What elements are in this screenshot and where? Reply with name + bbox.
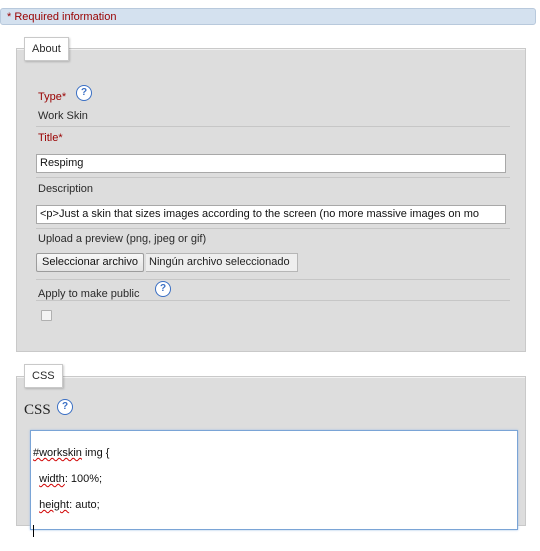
upload-label: Upload a preview (png, jpeg or gif) bbox=[38, 233, 207, 245]
description-field[interactable]: <p>Just a skin that sizes images accordi… bbox=[36, 205, 506, 224]
divider bbox=[36, 228, 510, 229]
choose-file-button[interactable]: Seleccionar archivo bbox=[36, 253, 144, 272]
required-info-notice: * Required information bbox=[0, 8, 536, 25]
css-code-textarea[interactable]: #workskin img { width: 100%; height: aut… bbox=[30, 430, 518, 538]
make-public-checkbox[interactable] bbox=[41, 310, 52, 321]
code-token: height bbox=[39, 499, 70, 511]
divider bbox=[36, 300, 510, 301]
css-heading: CSS bbox=[24, 402, 51, 418]
code-rest: : auto; bbox=[69, 499, 100, 511]
code-line: height: auto; bbox=[33, 499, 515, 512]
title-label: Title* bbox=[38, 132, 63, 144]
css-legend: CSS bbox=[24, 364, 63, 388]
divider bbox=[36, 177, 510, 178]
text-caret bbox=[33, 525, 34, 538]
type-help-icon[interactable]: ? bbox=[76, 85, 92, 101]
about-legend: About bbox=[24, 37, 69, 61]
type-label: Type* bbox=[38, 91, 66, 103]
code-rest: : 100%; bbox=[64, 473, 103, 485]
description-label: Description bbox=[38, 183, 94, 195]
title-label-text: Title bbox=[38, 132, 59, 144]
type-value: Work Skin bbox=[38, 110, 88, 122]
public-label: Apply to make public bbox=[38, 288, 140, 300]
code-line bbox=[33, 525, 515, 538]
code-rest: img { bbox=[81, 447, 110, 459]
required-mark: * bbox=[61, 91, 67, 103]
type-label-text: Type bbox=[38, 91, 62, 103]
divider bbox=[36, 279, 510, 280]
public-help-icon[interactable]: ? bbox=[155, 281, 171, 297]
title-field[interactable]: Respimg bbox=[36, 154, 506, 173]
code-line: #workskin img { bbox=[33, 447, 515, 460]
code-token: #workskin bbox=[33, 447, 82, 459]
code-token: width bbox=[39, 473, 65, 485]
code-line: width: 100%; bbox=[33, 473, 515, 486]
divider bbox=[36, 126, 510, 127]
css-help-icon[interactable]: ? bbox=[57, 399, 73, 415]
required-mark: * bbox=[58, 132, 63, 144]
about-fieldset bbox=[16, 48, 526, 352]
file-status-text: Ningún archivo seleccionado bbox=[146, 253, 298, 272]
